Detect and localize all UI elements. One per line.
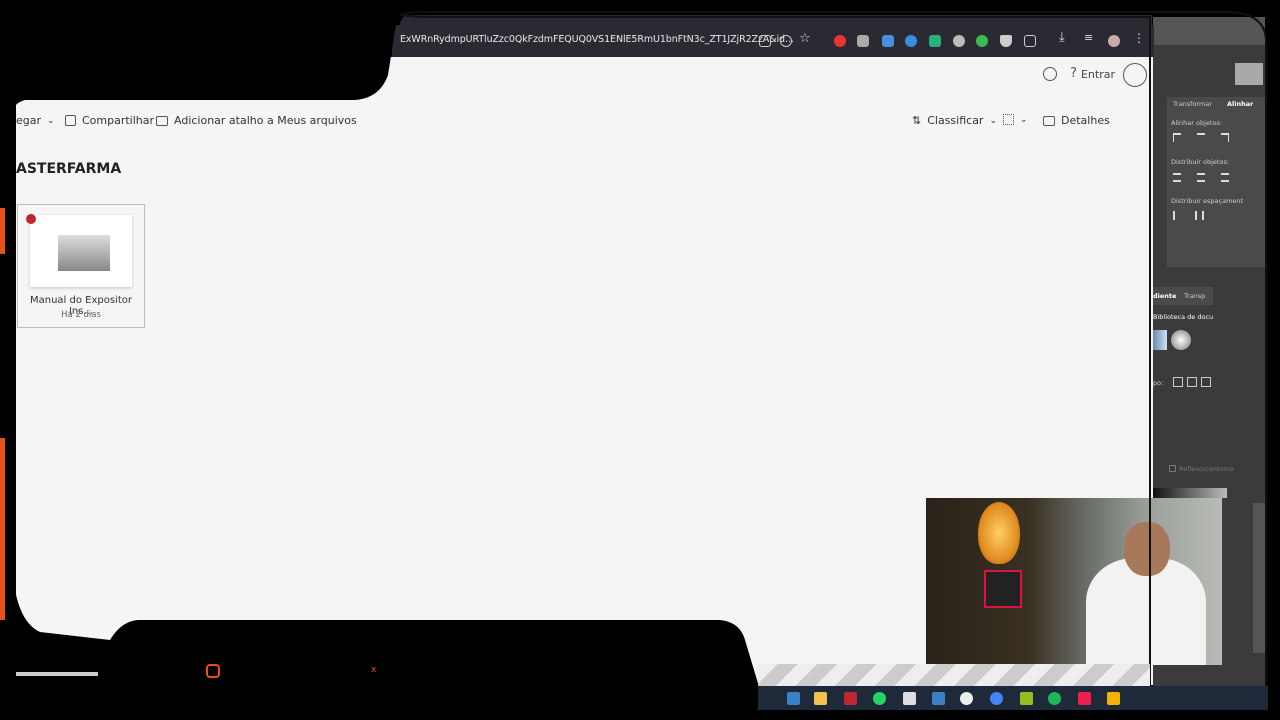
calculator-icon[interactable]: [932, 692, 945, 705]
obs-icon[interactable]: [960, 692, 973, 705]
accent-bar-top: [0, 208, 5, 254]
mail-icon[interactable]: [903, 692, 916, 705]
spotify-icon[interactable]: [1048, 692, 1061, 705]
notes-icon[interactable]: [1107, 692, 1120, 705]
whatsapp-icon[interactable]: [873, 692, 886, 705]
taskbar: [758, 664, 1268, 710]
taskbar-app-icon[interactable]: [787, 692, 800, 705]
app-icon[interactable]: [1020, 692, 1033, 705]
overlay-frame-shapes: [0, 0, 1267, 691]
stream-overlay-frame: Transformar Alinhar Alinhar objetos: Dis…: [0, 0, 1280, 720]
overlay-frame-border: [399, 11, 1267, 691]
scroll-strip: [16, 672, 98, 676]
overlay-frame-left: [0, 0, 760, 690]
x-social-icon[interactable]: x: [371, 665, 376, 675]
acrobat-icon[interactable]: [844, 692, 857, 705]
tiktok-icon[interactable]: [1078, 692, 1091, 705]
accent-bar-bottom: [0, 438, 5, 620]
instagram-icon[interactable]: [206, 664, 220, 678]
striped-decoration: [758, 664, 1150, 686]
chrome-icon[interactable]: [990, 692, 1003, 705]
file-explorer-icon[interactable]: [814, 692, 827, 705]
